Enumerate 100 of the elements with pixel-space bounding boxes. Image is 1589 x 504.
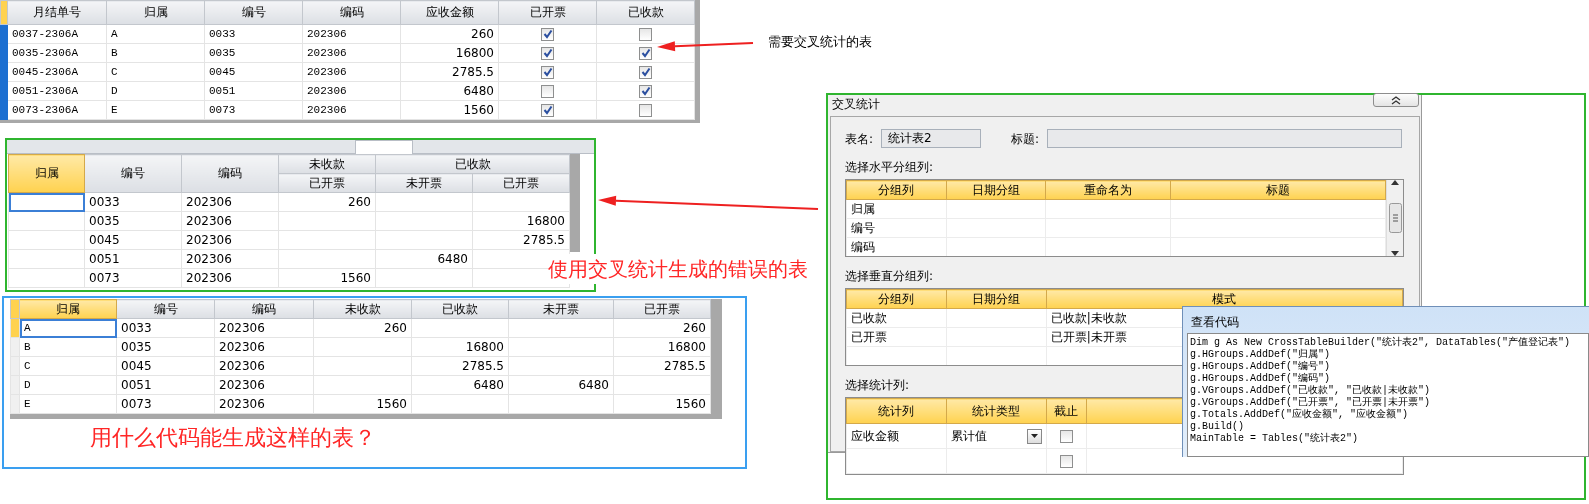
table-cell: 1560 — [278, 268, 376, 288]
table-cell: D — [19, 375, 117, 395]
table-cell: 0073 — [84, 268, 182, 288]
column-header[interactable]: 重命名为 — [1045, 180, 1171, 200]
table-cell: 0045-2306A — [7, 62, 107, 82]
column-header[interactable]: 分组列 — [846, 180, 947, 200]
column-header[interactable]: 编号 — [204, 0, 303, 25]
table-cell: 0051 — [116, 375, 215, 395]
column-header[interactable]: 截止 — [1046, 398, 1087, 424]
collapse-button[interactable] — [1373, 93, 1419, 107]
checkbox[interactable] — [639, 65, 652, 79]
checkbox[interactable] — [541, 84, 554, 98]
table-cell: 1560 — [613, 394, 711, 414]
column-header[interactable]: 编码 — [302, 0, 401, 25]
table-cell: E — [106, 100, 205, 120]
column-header[interactable]: 已收款 — [375, 154, 570, 174]
table-cell: 202306 — [214, 375, 314, 395]
column-header[interactable]: 月结单号 — [7, 0, 107, 25]
table-cell: 6480 — [400, 81, 499, 101]
table-cell: 2785.5 — [472, 230, 570, 250]
text-field[interactable]: 统计表2 — [881, 129, 982, 148]
table-cell: 260 — [613, 318, 711, 338]
column-header[interactable]: 归属 — [106, 0, 205, 25]
table-cell: 0035 — [84, 211, 182, 231]
table-cell: 0051-2306A — [7, 81, 107, 101]
dropdown-button[interactable] — [1026, 428, 1042, 444]
checkbox[interactable] — [1059, 454, 1073, 468]
section-label: 选择垂直分组列: — [845, 269, 934, 283]
table-cell: B — [19, 337, 117, 357]
code-line: g.VGroups.AddDef("已开票", "已开票|未开票") — [1190, 397, 1432, 409]
table-cell: 260 — [278, 192, 376, 212]
text-field[interactable] — [1047, 129, 1402, 148]
checkbox[interactable] — [541, 103, 554, 117]
annotation-text: 需要交叉统计的表 — [768, 33, 872, 51]
table-cell: 202306 — [302, 62, 401, 82]
table-cell: 16800 — [411, 337, 509, 357]
column-header[interactable]: 模式 — [1046, 289, 1403, 309]
column-header[interactable]: 编码 — [214, 299, 314, 319]
table-cell: 202306 — [214, 337, 314, 357]
column-header[interactable]: 标题 — [1170, 180, 1386, 200]
scrollbar[interactable] — [570, 154, 580, 252]
checkbox[interactable] — [541, 65, 554, 79]
table-cell: B — [106, 43, 205, 63]
column-header[interactable]: 统计列 — [846, 398, 947, 424]
row-marker — [10, 356, 20, 376]
table-cell: 6480 — [375, 249, 473, 269]
code-line: g.Build() — [1190, 421, 1245, 433]
field-label: 表名: — [845, 130, 874, 148]
checkbox[interactable] — [639, 27, 652, 41]
code-editor[interactable] — [1187, 333, 1589, 457]
column-header[interactable]: 未收款 — [278, 154, 376, 174]
column-header[interactable]: 编码 — [181, 154, 279, 193]
table-cell: E — [19, 394, 117, 414]
column-header[interactable]: 编号 — [84, 154, 182, 193]
checkbox[interactable] — [639, 84, 652, 98]
column-header[interactable]: 日期分组 — [946, 289, 1047, 309]
column-header[interactable]: 编号 — [116, 299, 215, 319]
table-cell: 202306 — [302, 81, 401, 101]
table-cell: 0073 — [116, 394, 215, 414]
column-header[interactable]: 未收款 — [313, 299, 412, 319]
checkbox[interactable] — [1059, 429, 1073, 443]
table-cell: 2785.5 — [613, 356, 711, 376]
table-cell: 16800 — [400, 43, 499, 63]
row-marker — [10, 318, 20, 338]
column-header[interactable]: 已开票 — [498, 0, 597, 25]
column-header[interactable]: 归属 — [19, 299, 117, 319]
column-header[interactable]: 日期分组 — [946, 180, 1046, 200]
table-cell: 2785.5 — [411, 356, 509, 376]
checkbox[interactable] — [541, 46, 554, 60]
table-cell: C — [106, 62, 205, 82]
table-cell: 0051 — [84, 249, 182, 269]
code-line: g.HGroups.AddDef("编码") — [1190, 373, 1332, 385]
column-header[interactable]: 应收金额 — [400, 0, 499, 25]
table-cell: 0037-2306A — [7, 24, 107, 44]
table-cell: 1560 — [313, 394, 412, 414]
table-cell: A — [19, 318, 117, 338]
table-cell: 编号 — [846, 218, 947, 238]
column-header[interactable]: 统计类型 — [946, 398, 1047, 424]
scrollbar[interactable] — [1386, 180, 1403, 256]
table-cell: 0033 — [84, 192, 182, 212]
column-header[interactable]: 归属 — [8, 154, 85, 193]
column-header[interactable]: 未开票 — [508, 299, 614, 319]
column-header[interactable]: 已收款 — [596, 0, 695, 25]
checkbox[interactable] — [541, 27, 554, 41]
table-cell: 6480 — [508, 375, 614, 395]
row-marker — [10, 337, 20, 357]
column-header[interactable]: 已收款 — [411, 299, 509, 319]
column-header[interactable]: 分组列 — [846, 289, 947, 309]
table-cell: 0045 — [84, 230, 182, 250]
scroll-down-icon[interactable] — [1391, 251, 1400, 256]
question-text: 用什么代码能生成这样的表？ — [90, 424, 376, 452]
table-cell: D — [106, 81, 205, 101]
table-cell: 应收金额 — [846, 423, 947, 449]
row-marker — [10, 394, 20, 414]
scroll-up-icon[interactable] — [1391, 180, 1400, 185]
checkbox[interactable] — [639, 103, 652, 117]
scroll-thumb[interactable] — [1388, 203, 1402, 233]
column-header[interactable]: 已开票 — [613, 299, 711, 319]
checkbox[interactable] — [639, 46, 652, 60]
table-cell: 202306 — [181, 249, 279, 269]
